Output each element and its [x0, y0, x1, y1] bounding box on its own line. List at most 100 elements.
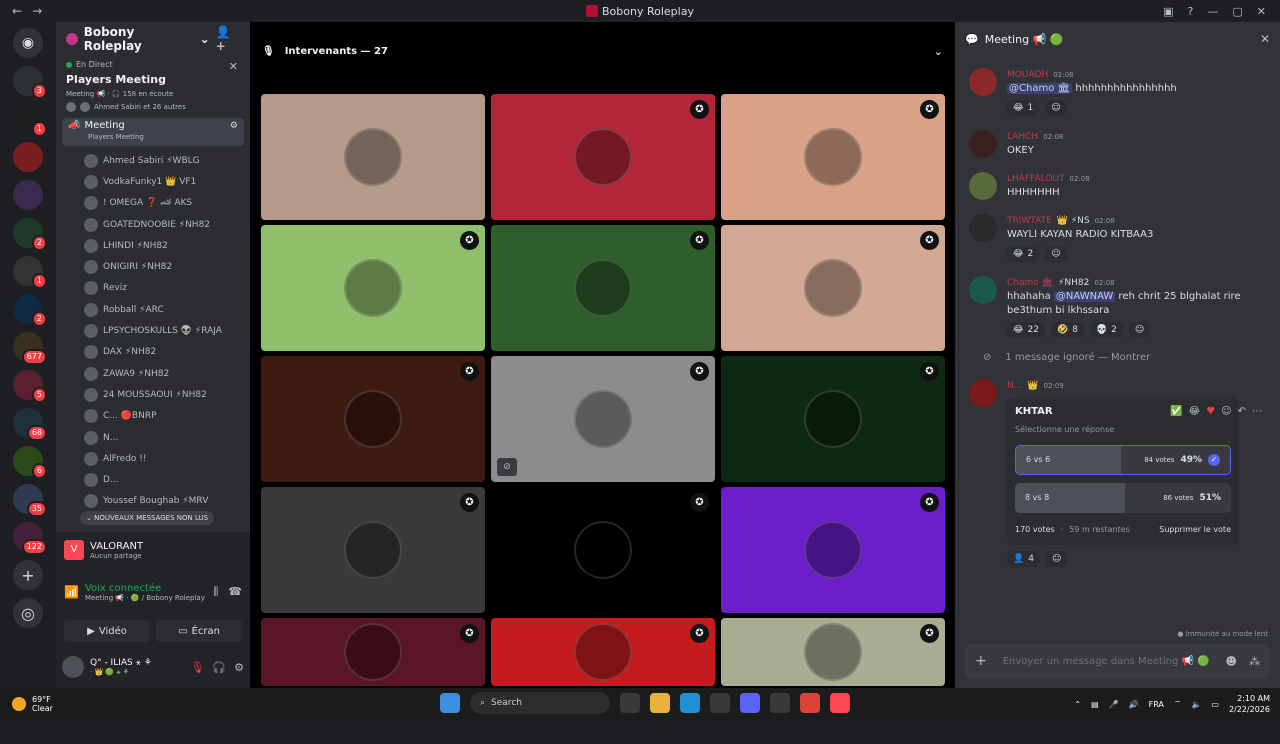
file-explorer-icon[interactable]	[650, 693, 670, 713]
more-icon[interactable]: ⋯	[1252, 406, 1262, 417]
chrome-icon[interactable]	[800, 693, 820, 713]
reaction-pill[interactable]: 💀 2	[1089, 322, 1123, 338]
server-icon[interactable]: 1	[13, 104, 47, 137]
guild-header[interactable]: Bobony Roleplay ⌄ 👤+	[56, 22, 250, 56]
message-author[interactable]: LAHCH	[1007, 130, 1038, 144]
channel-meeting[interactable]: 📣 Meeting ⚙ Players Meeting	[62, 118, 244, 146]
steam-icon[interactable]	[770, 693, 790, 713]
member-item[interactable]: Ahmed Sabiri ⚡WBLG	[56, 150, 250, 171]
server-icon[interactable]: 68	[13, 408, 47, 441]
speaker-tile[interactable]: ✪	[491, 225, 715, 351]
member-item[interactable]: N...	[56, 427, 250, 448]
message-author[interactable]: N...	[1007, 379, 1022, 393]
inbox-icon[interactable]: ▣	[1163, 5, 1173, 18]
speaker-tile[interactable]: ✪	[491, 487, 715, 613]
server-icon[interactable]: 2	[13, 294, 47, 327]
member-item[interactable]: ZAWA9 ⚡NH82	[56, 363, 250, 384]
member-item[interactable]: ! OMEGA ❓ 🏎 AKS	[56, 193, 250, 214]
poll-option[interactable]: 6 vs 6 84 votes 49% ✓	[1015, 445, 1231, 475]
add-reaction-icon[interactable]: ☺	[1045, 551, 1068, 567]
member-item[interactable]: C... 🔴BNRP	[56, 406, 250, 427]
message-author[interactable]: TRIWTATE	[1007, 214, 1052, 228]
server-icon[interactable]: 5	[13, 370, 47, 403]
add-reaction-icon[interactable]: ☺	[1045, 100, 1067, 116]
member-item[interactable]: Youssef Boughab ⚡MRV	[56, 491, 250, 512]
forward-icon[interactable]: →	[32, 4, 42, 18]
mic-icon[interactable]: 🎤	[1109, 700, 1119, 709]
weather-widget[interactable]: 69°F Clear	[0, 695, 53, 713]
windows-start-icon[interactable]	[440, 693, 460, 713]
member-item[interactable]: 24 MOUSSAOUI ⚡NH82	[56, 384, 250, 405]
avatar[interactable]	[969, 276, 997, 304]
speaker-tile[interactable]: ✪	[721, 487, 945, 613]
member-item[interactable]: AlFredo !!	[56, 448, 250, 469]
add-reaction-icon[interactable]: ☺	[1128, 322, 1151, 338]
server-icon[interactable]: 6	[13, 446, 47, 479]
member-item[interactable]: DAX ⚡NH82	[56, 342, 250, 363]
screen-share-button[interactable]: ▭ Écran	[156, 620, 242, 642]
hidden-video-icon[interactable]: ⊘	[497, 458, 517, 476]
avatar[interactable]	[62, 656, 84, 678]
mention[interactable]: @NAWNAW	[1053, 291, 1116, 302]
check-emoji-icon[interactable]: ✅	[1170, 406, 1182, 417]
clock[interactable]: 2:10 AM 2/22/2026	[1229, 693, 1270, 715]
add-user-icon[interactable]: 👤+	[216, 25, 240, 53]
speaker-tile[interactable]: ✪	[261, 487, 485, 613]
server-icon[interactable]: 3	[13, 66, 47, 99]
add-reaction-icon[interactable]: ☺	[1045, 246, 1067, 262]
reaction-pill[interactable]: 😂 2	[1007, 246, 1040, 262]
speaker-icon[interactable]: 🔈	[1191, 700, 1201, 709]
close-icon[interactable]: ✕	[229, 60, 238, 73]
message-author[interactable]: LHAFFALOUT	[1007, 172, 1065, 186]
server-icon[interactable]: 2	[13, 218, 47, 251]
taskbar-search[interactable]: ⌕ Search	[470, 692, 610, 714]
poll-option[interactable]: 8 vs 8 86 votes 51%	[1015, 483, 1231, 513]
video-button[interactable]: ▶ Vidéo	[64, 620, 150, 642]
task-view-icon[interactable]	[620, 693, 640, 713]
explore-icon[interactable]: ◎	[13, 598, 43, 628]
add-server-icon[interactable]: +	[13, 560, 43, 590]
message-author[interactable]: Chamo 🏛	[1007, 276, 1053, 290]
server-icon[interactable]	[13, 142, 43, 172]
avatar[interactable]	[969, 68, 997, 96]
add-reaction-icon[interactable]: ☺	[1221, 406, 1231, 417]
channel-actions-icon[interactable]: ⚙	[230, 121, 238, 131]
speaker-tile[interactable]: ✪	[721, 225, 945, 351]
avatar[interactable]	[969, 214, 997, 242]
server-icon[interactable]	[13, 180, 43, 210]
avatar[interactable]	[969, 130, 997, 158]
chevron-up-icon[interactable]: ⌃	[1074, 700, 1081, 709]
speaker-tile[interactable]	[261, 94, 485, 220]
reaction-pill[interactable]: 🤣 8	[1050, 322, 1084, 338]
server-icon[interactable]: 35	[13, 484, 47, 517]
live-stage-card[interactable]: En Direct Players Meeting Meeting 📢 · 🎧 …	[62, 56, 244, 118]
speaker-tile[interactable]: ✪	[721, 94, 945, 220]
member-item[interactable]: Robball ⚡ARC	[56, 299, 250, 320]
speaker-tile[interactable]: ✪	[721, 356, 945, 482]
message-author[interactable]: MOUADH	[1007, 68, 1048, 82]
battery-icon[interactable]: ▭	[1211, 700, 1219, 709]
avatar[interactable]	[969, 379, 997, 407]
show-ignored-link[interactable]: Montrer	[1111, 352, 1150, 363]
speaker-tile[interactable]: ✪	[261, 618, 485, 686]
laugh-emoji-icon[interactable]: 😂	[1189, 406, 1201, 417]
discord-home-icon[interactable]: ◉	[13, 28, 43, 58]
member-item[interactable]: ONIGIRI ⚡NH82	[56, 256, 250, 277]
maximize-button[interactable]: ▢	[1232, 5, 1242, 18]
store-icon[interactable]	[710, 693, 730, 713]
reaction-pill[interactable]: 😂 1	[1007, 100, 1040, 116]
apps-icon[interactable]: ⁂	[1249, 655, 1260, 668]
speaker-tile[interactable]: ✪ ⊘	[491, 356, 715, 482]
reply-icon[interactable]: ↶	[1238, 406, 1246, 417]
wifi-icon[interactable]: ⌔	[1174, 699, 1182, 709]
back-icon[interactable]: ←	[12, 4, 22, 18]
minimize-button[interactable]: —	[1207, 5, 1218, 18]
speaker-tile[interactable]: ✪	[491, 618, 715, 686]
chevron-down-icon[interactable]: ⌄	[934, 45, 943, 58]
network-icon[interactable]: ▤	[1091, 700, 1099, 709]
close-window-button[interactable]: ✕	[1257, 5, 1266, 18]
speaker-tile[interactable]: ✪	[261, 356, 485, 482]
discord-icon[interactable]	[740, 693, 760, 713]
remove-vote-button[interactable]: Supprimer le vote	[1159, 523, 1231, 537]
mute-icon[interactable]: 🎙	[190, 661, 204, 674]
